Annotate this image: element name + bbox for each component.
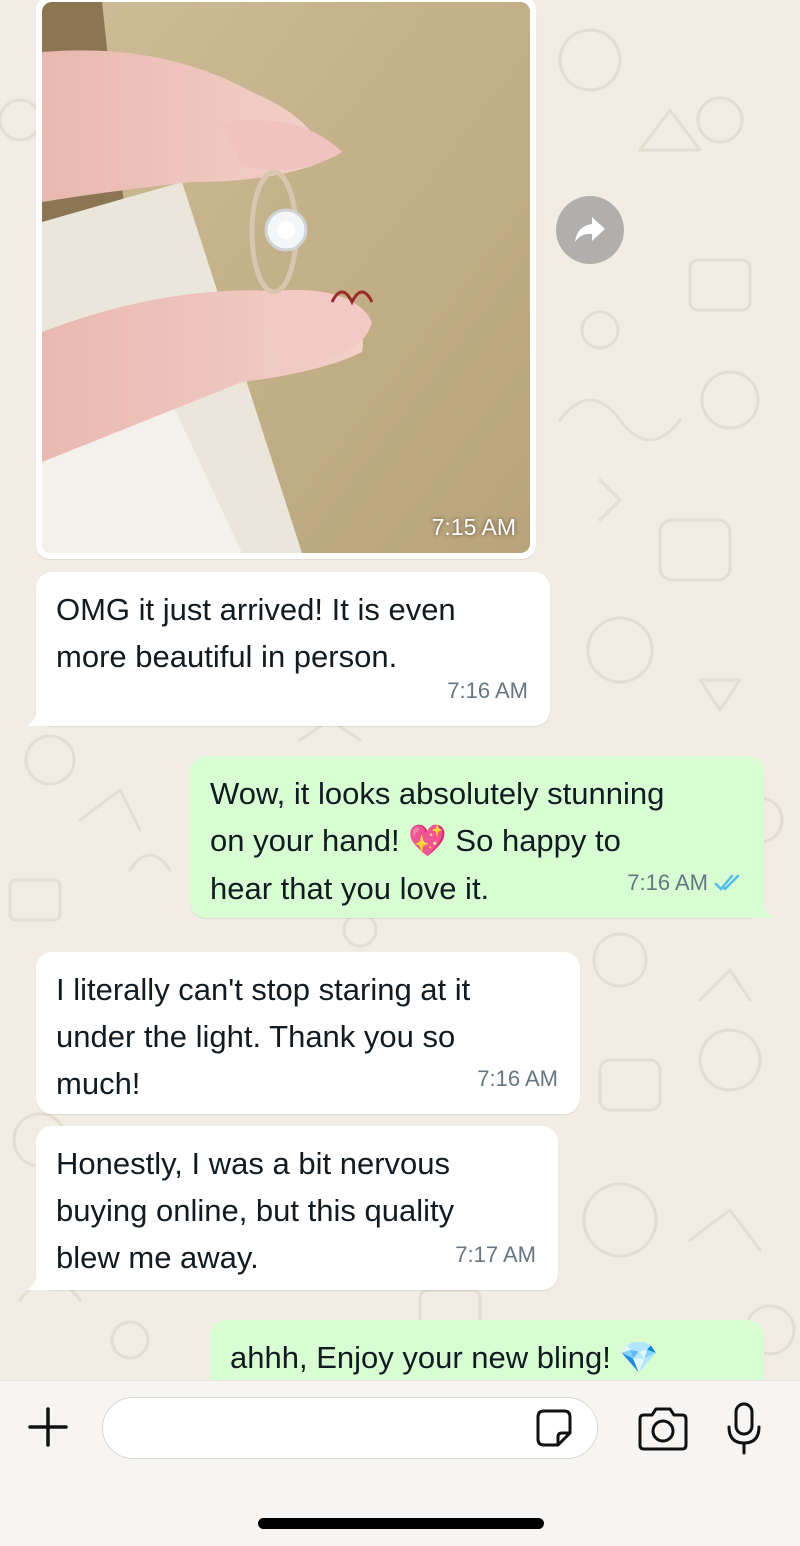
bubble-tail xyxy=(752,896,774,918)
bubble-tail xyxy=(26,1268,48,1290)
gem-emoji: 💎 xyxy=(619,1340,659,1376)
attach-button[interactable] xyxy=(24,1403,72,1451)
double-check-icon xyxy=(714,874,740,891)
outgoing-message[interactable]: Wow, it looks absolutely stunning on you… xyxy=(190,756,774,918)
message-text: ahhh, Enjoy your new bling! 💎 xyxy=(230,1340,659,1376)
message-text: OMG it just arrived! It is even more bea… xyxy=(56,592,456,674)
message-timestamp: 7:15 AM xyxy=(431,514,516,540)
message-input[interactable] xyxy=(102,1397,598,1459)
sticker-icon[interactable] xyxy=(532,1407,576,1451)
forward-arrow-icon xyxy=(575,217,605,242)
incoming-message[interactable]: Honestly, I was a bit nervous buying onl… xyxy=(26,1126,558,1290)
incoming-message[interactable]: I literally can't stop staring at it und… xyxy=(36,952,580,1114)
bubble-tail xyxy=(26,704,48,726)
microphone-icon[interactable] xyxy=(724,1401,764,1457)
home-indicator xyxy=(258,1518,544,1529)
incoming-message[interactable]: OMG it just arrived! It is even more bea… xyxy=(26,572,550,726)
forward-button[interactable] xyxy=(556,196,624,264)
chat-area[interactable]: 7:15 AM OMG it just arrived! It is even … xyxy=(0,0,800,1380)
message-timestamp: 7:16 AM xyxy=(447,678,528,703)
outgoing-message[interactable]: ahhh, Enjoy your new bling! 💎 xyxy=(210,1320,764,1380)
camera-icon[interactable] xyxy=(636,1405,690,1453)
message-timestamp: 7:17 AM xyxy=(455,1242,536,1267)
ring-photo[interactable]: 7:15 AM xyxy=(42,2,530,553)
image-message[interactable]: 7:15 AM xyxy=(36,0,536,559)
plus-icon xyxy=(28,1407,68,1447)
message-timestamp: 7:16 AM xyxy=(477,1066,558,1091)
message-timestamp: 7:16 AM xyxy=(627,859,742,906)
sparkling-heart-emoji: 💖 xyxy=(408,823,447,859)
